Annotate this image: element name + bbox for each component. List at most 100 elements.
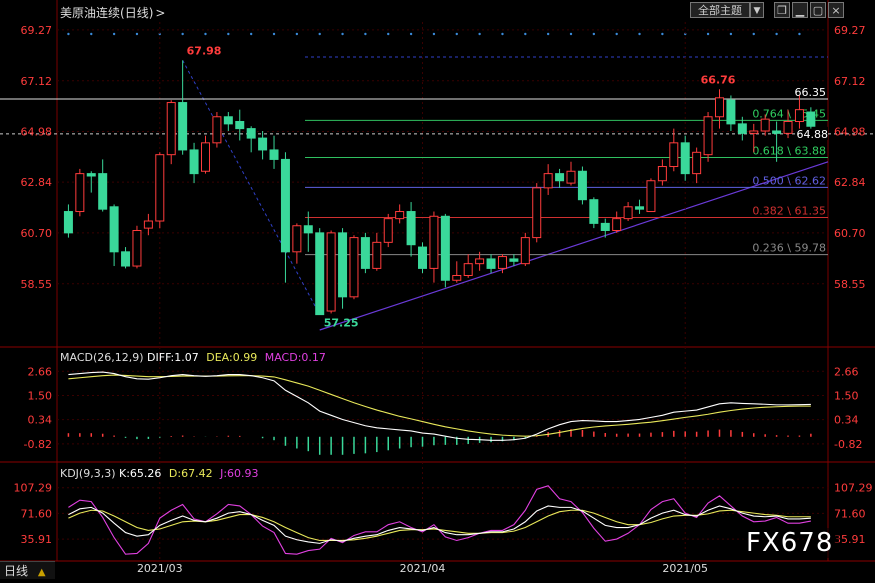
date-tick: 2021/04 xyxy=(400,562,446,575)
theme-button[interactable]: 全部主题 xyxy=(690,2,750,18)
candle-body xyxy=(509,258,519,262)
candle-body xyxy=(338,232,348,298)
candle-body xyxy=(406,211,416,246)
candle-body xyxy=(669,142,679,168)
candle-body xyxy=(63,211,73,234)
signal-dot xyxy=(204,32,207,36)
macd-tick-left: 1.50 xyxy=(28,389,53,402)
macd-diff: DIFF:1.07 xyxy=(147,351,199,364)
candle-body xyxy=(75,173,85,213)
kdj-k: K:65.26 xyxy=(119,467,162,480)
candle-body xyxy=(98,173,108,210)
instrument-name: 美原油连续 xyxy=(60,6,121,20)
signal-dot xyxy=(341,32,344,36)
price-tick-left: 58.55 xyxy=(21,278,53,291)
period-tab[interactable]: 日线 ▲ xyxy=(0,561,55,579)
watermark-text: FX678 xyxy=(746,528,834,558)
period-arrow-icon[interactable]: > xyxy=(155,6,165,20)
candle-body xyxy=(612,218,622,231)
kdj-tick-right: 107.29 xyxy=(834,482,873,495)
level-label: 0.618 \ 63.88 xyxy=(752,145,826,158)
signal-dot xyxy=(67,32,70,36)
candle-body xyxy=(418,246,428,269)
period-label[interactable]: (日线) xyxy=(120,6,153,20)
candle-body xyxy=(292,225,302,253)
current-price-label: 64.88 xyxy=(797,128,829,141)
price-tick-left: 67.12 xyxy=(21,75,53,88)
extreme-label: 66.76 xyxy=(701,73,736,86)
candle-body xyxy=(532,187,542,239)
signal-dot xyxy=(501,32,504,36)
candle-body xyxy=(258,137,268,151)
signal-dot xyxy=(112,32,116,36)
candle-body xyxy=(794,109,804,123)
candle-body xyxy=(200,142,210,172)
candle-body xyxy=(143,220,153,229)
signal-dot xyxy=(798,32,801,36)
candle-body xyxy=(132,229,142,267)
candle-body xyxy=(737,123,747,134)
candle-body xyxy=(178,102,188,151)
candle-body xyxy=(543,173,553,189)
signal-dot xyxy=(364,32,367,36)
extreme-label: 67.98 xyxy=(187,44,222,57)
signal-dot xyxy=(592,32,596,36)
candle-body xyxy=(166,102,176,156)
level-label: 0.500 \ 62.62 xyxy=(752,174,826,187)
candle-body xyxy=(326,232,336,312)
kdj-tick-left: 107.29 xyxy=(14,482,53,495)
macd-value: MACD:0.17 xyxy=(264,351,326,364)
tab-up-icon[interactable]: ▲ xyxy=(38,567,46,578)
signal-dot xyxy=(318,32,321,36)
price-tick-right: 62.84 xyxy=(834,176,866,189)
candle-body xyxy=(555,173,565,182)
signal-dot xyxy=(729,32,733,36)
level-label: 0.382 \ 61.35 xyxy=(752,204,826,217)
signal-dot xyxy=(775,32,778,36)
chevron-down-icon[interactable]: ▼ xyxy=(750,2,764,18)
price-tick-right: 64.98 xyxy=(834,125,866,138)
signal-dot xyxy=(432,32,436,36)
kdj-d: D:67.42 xyxy=(168,467,213,480)
macd-dea: DEA:0.99 xyxy=(206,351,258,364)
macd-label: MACD(26,12,9) xyxy=(60,351,144,364)
macd-tick-left: 2.66 xyxy=(28,365,53,378)
restore-icon[interactable]: ❐ xyxy=(774,2,790,18)
candle-body xyxy=(429,215,439,269)
close-icon[interactable]: × xyxy=(828,2,844,18)
kdj-j: J:60.93 xyxy=(220,467,259,480)
signal-dot xyxy=(387,32,390,36)
signal-dot xyxy=(546,32,550,36)
candle-body xyxy=(280,158,290,253)
dropdown-glyph: ▼ xyxy=(753,6,761,16)
candle-body xyxy=(246,128,256,139)
candle-body xyxy=(486,258,496,269)
signal-dot xyxy=(752,32,755,36)
signal-dot xyxy=(135,32,139,36)
candle-body xyxy=(657,166,667,182)
candle-body xyxy=(269,149,279,160)
kdj-tick-left: 35.91 xyxy=(21,533,53,546)
kdj-legend: KDJ(9,3,3) K:65.26 D:67.42 J:60.93 xyxy=(60,467,259,480)
candle-body xyxy=(714,97,724,118)
kdj-tick-left: 71.60 xyxy=(21,507,53,520)
macd-tick-right: 2.66 xyxy=(834,365,859,378)
candle-body xyxy=(303,225,313,234)
candle-body xyxy=(520,237,530,265)
candle-body xyxy=(223,116,233,125)
candle-body xyxy=(383,218,393,243)
signal-dot xyxy=(524,32,527,36)
candle-body xyxy=(212,116,222,144)
theme-button-label: 全部主题 xyxy=(698,4,742,17)
signal-dot xyxy=(478,32,481,36)
price-tick-left: 69.27 xyxy=(21,24,53,37)
candle-body xyxy=(463,263,473,277)
candle-body xyxy=(760,118,770,132)
minimize-icon[interactable]: ▁ xyxy=(792,2,808,18)
signal-dot xyxy=(706,32,710,36)
candle-body xyxy=(121,251,131,267)
signal-dot xyxy=(90,32,93,36)
level-label: 0.236 \ 59.78 xyxy=(752,242,826,255)
period-tab-label: 日线 xyxy=(4,564,29,578)
maximize-icon[interactable]: ▢ xyxy=(810,2,826,18)
